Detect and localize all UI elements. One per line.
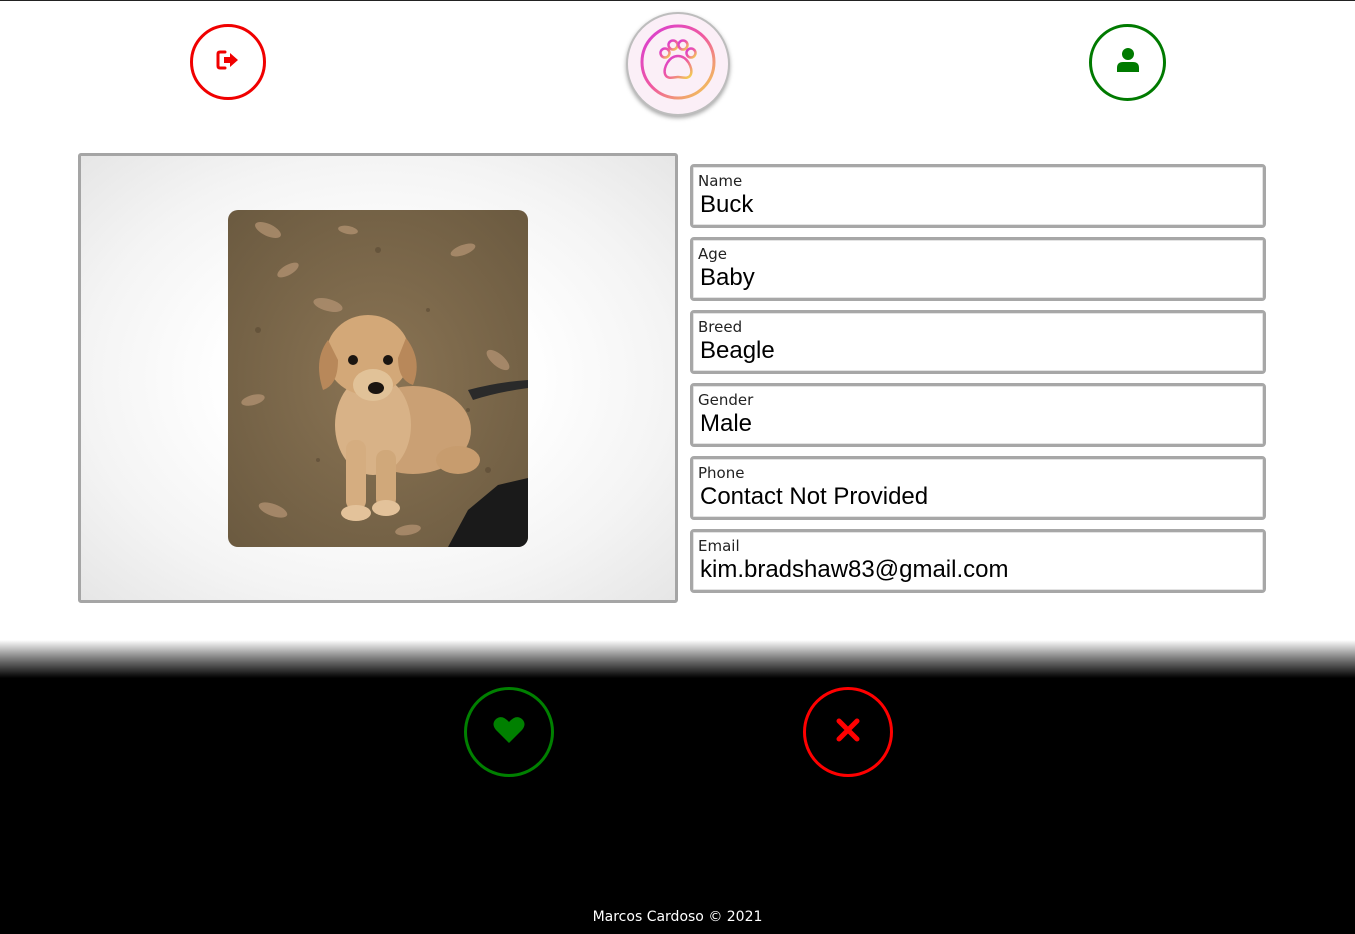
- breed-value: Beagle: [700, 337, 775, 364]
- close-icon: [836, 718, 860, 747]
- user-icon: [1116, 47, 1140, 78]
- name-value: Buck: [700, 191, 754, 218]
- phone-value: Contact Not Provided: [700, 483, 929, 510]
- age-label: Age: [698, 245, 728, 263]
- pet-photo-card: [78, 153, 678, 603]
- age-field: Age Baby: [690, 237, 1266, 301]
- phone-field: Phone Contact Not Provided: [690, 456, 1266, 520]
- like-button[interactable]: [464, 687, 554, 777]
- phone-label: Phone: [698, 464, 745, 482]
- app-logo[interactable]: [626, 12, 730, 116]
- pet-photo: [228, 210, 528, 547]
- gender-label: Gender: [698, 391, 754, 409]
- breed-label: Breed: [698, 318, 743, 336]
- logout-button[interactable]: [190, 24, 266, 100]
- name-label: Name: [698, 172, 743, 190]
- profile-button[interactable]: [1089, 24, 1166, 101]
- sign-out-icon: [216, 49, 240, 76]
- footer: [0, 640, 1355, 934]
- gender-value: Male: [700, 410, 753, 437]
- age-value: Baby: [700, 264, 755, 291]
- gender-field: Gender Male: [690, 383, 1266, 447]
- name-field: Name Buck: [690, 164, 1266, 228]
- heart-icon: [493, 716, 525, 749]
- email-label: Email: [698, 537, 740, 555]
- paw-icon: [639, 23, 717, 106]
- email-value[interactable]: kim.bradshaw83@gmail.com: [700, 556, 1008, 584]
- breed-field: Breed Beagle: [690, 310, 1266, 374]
- pass-button[interactable]: [803, 687, 893, 777]
- copyright: Marcos Cardoso © 2021: [592, 909, 763, 925]
- email-field: Email kim.bradshaw83@gmail.com: [690, 529, 1266, 593]
- header: [0, 0, 1355, 130]
